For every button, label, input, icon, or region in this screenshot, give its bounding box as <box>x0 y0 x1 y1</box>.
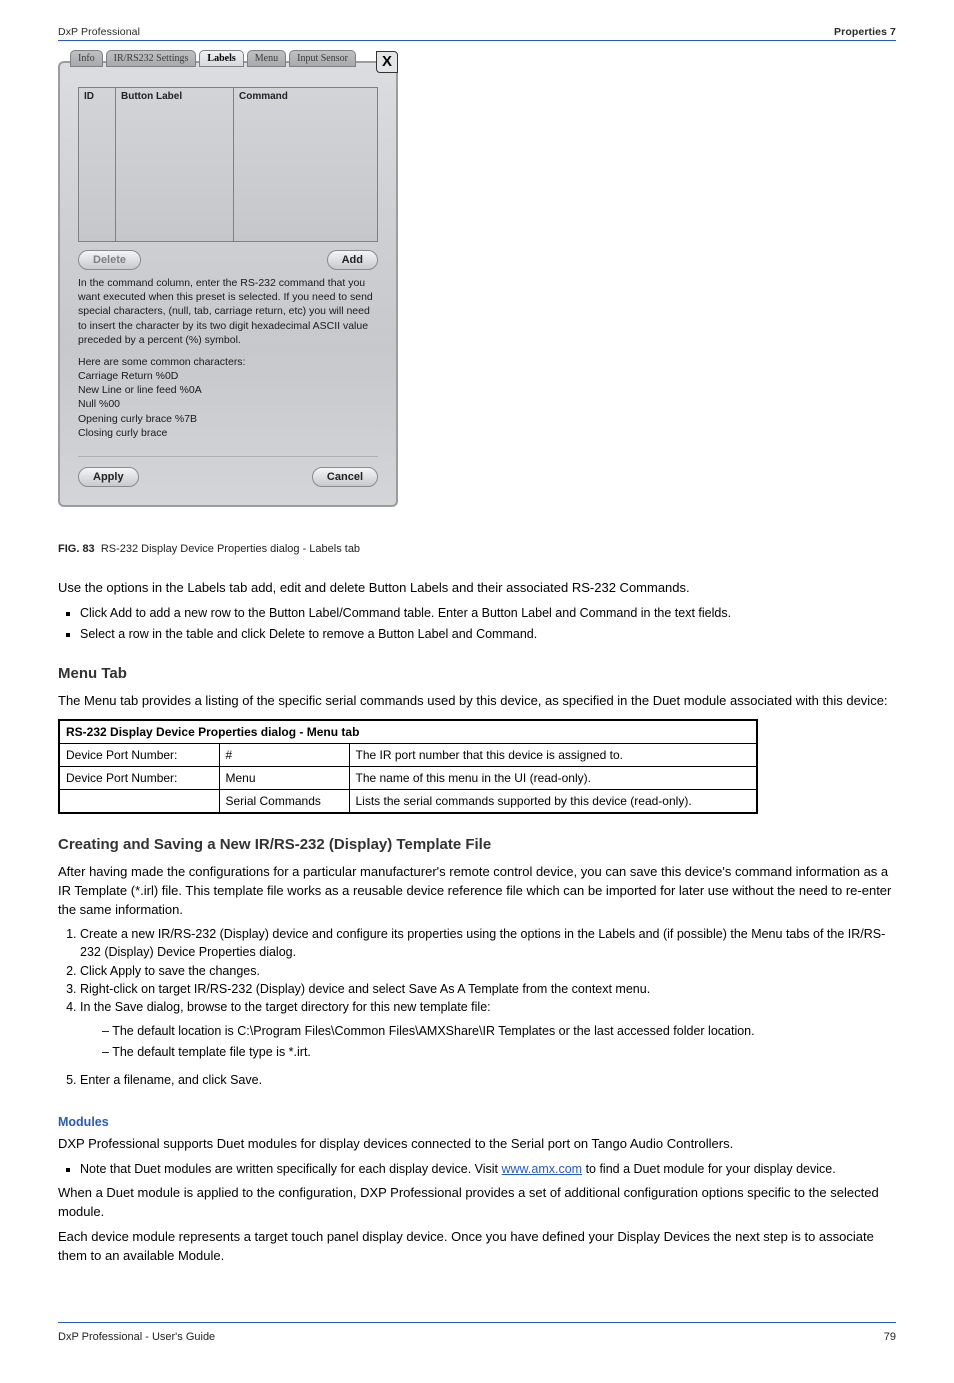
chars-heading: Here are some common characters: <box>78 355 378 369</box>
char-open-brace: Opening curly brace %7B <box>78 412 378 426</box>
runhead-right: Properties 7 <box>834 26 896 38</box>
char-lf: New Line or line feed %0A <box>78 383 378 397</box>
template-step4a: The default location is C:\Program Files… <box>102 1022 896 1040</box>
column-id: ID <box>78 87 116 242</box>
menu-tab-heading: Menu Tab <box>58 665 896 682</box>
template-step3: Right-click on target IR/RS-232 (Display… <box>80 980 896 998</box>
footer-page: 79 <box>884 1331 896 1343</box>
template-step5: Enter a filename, and click Save. <box>80 1071 896 1089</box>
labels-bullet-delete: Select a row in the table and click Dele… <box>80 625 896 643</box>
modules-p2: When a Duet module is applied to the con… <box>58 1184 896 1222</box>
tab-input-sensor[interactable]: Input Sensor <box>289 50 356 67</box>
column-button-label: Button Label <box>116 87 234 242</box>
add-button[interactable]: Add <box>327 250 378 270</box>
apply-button[interactable]: Apply <box>78 467 139 487</box>
tab-labels[interactable]: Labels <box>199 50 243 67</box>
template-intro: After having made the configurations for… <box>58 863 896 920</box>
runhead-left: DxP Professional <box>58 26 140 38</box>
modules-intro: DXP Professional supports Duet modules f… <box>58 1135 896 1154</box>
modules-heading: Modules <box>58 1115 896 1129</box>
tab-ir-rs232[interactable]: IR/RS232 Settings <box>106 50 197 67</box>
fig-title: RS-232 Display Device Properties dialog … <box>101 543 360 555</box>
close-button[interactable]: X <box>376 51 398 73</box>
column-command: Command <box>234 87 378 242</box>
header-rule <box>58 40 896 41</box>
template-step4b: The default template file type is *.irt. <box>102 1043 896 1061</box>
menu-commands-table: RS-232 Display Device Properties dialog … <box>58 719 758 814</box>
modules-note: Note that Duet modules are written speci… <box>80 1160 896 1178</box>
template-heading: Creating and Saving a New IR/RS-232 (Dis… <box>58 836 896 853</box>
table-caption: RS-232 Display Device Properties dialog … <box>59 720 757 744</box>
delete-button[interactable]: Delete <box>78 250 141 270</box>
table-row: Serial Commands Lists the serial command… <box>59 789 757 813</box>
char-null: Null %00 <box>78 397 378 411</box>
help-text: In the command column, enter the RS-232 … <box>78 276 378 347</box>
tab-menu[interactable]: Menu <box>247 50 286 67</box>
labels-table: ID Button Label Command <box>78 87 378 242</box>
common-characters: Here are some common characters: Carriag… <box>78 355 378 440</box>
table-row: Device Port Number: Menu The name of thi… <box>59 766 757 789</box>
footer-rule <box>58 1322 896 1323</box>
modules-p3: Each device module represents a target t… <box>58 1228 896 1266</box>
fig-number: FIG. 83 <box>58 543 95 555</box>
template-step1: Create a new IR/RS-232 (Display) device … <box>80 925 896 961</box>
labels-intro: Use the options in the Labels tab add, e… <box>58 579 896 598</box>
menu-tab-paragraph: The Menu tab provides a listing of the s… <box>58 692 896 711</box>
tabs: Info IR/RS232 Settings Labels Menu Input… <box>70 50 356 67</box>
char-cr: Carriage Return %0D <box>78 369 378 383</box>
table-row: Device Port Number: # The IR port number… <box>59 743 757 766</box>
device-properties-dialog: X Info IR/RS232 Settings Labels Menu Inp… <box>58 61 398 507</box>
amx-link[interactable]: www.amx.com <box>502 1162 583 1176</box>
template-step2: Click Apply to save the changes. <box>80 962 896 980</box>
tab-info[interactable]: Info <box>70 50 103 67</box>
cancel-button[interactable]: Cancel <box>312 467 378 487</box>
labels-bullet-add: Click Add to add a new row to the Button… <box>80 604 896 622</box>
footer-left: DxP Professional - User's Guide <box>58 1331 215 1343</box>
figure-caption: FIG. 83 RS-232 Display Device Properties… <box>58 543 896 555</box>
char-close-brace: Closing curly brace <box>78 426 378 440</box>
template-step4: In the Save dialog, browse to the target… <box>80 998 896 1016</box>
